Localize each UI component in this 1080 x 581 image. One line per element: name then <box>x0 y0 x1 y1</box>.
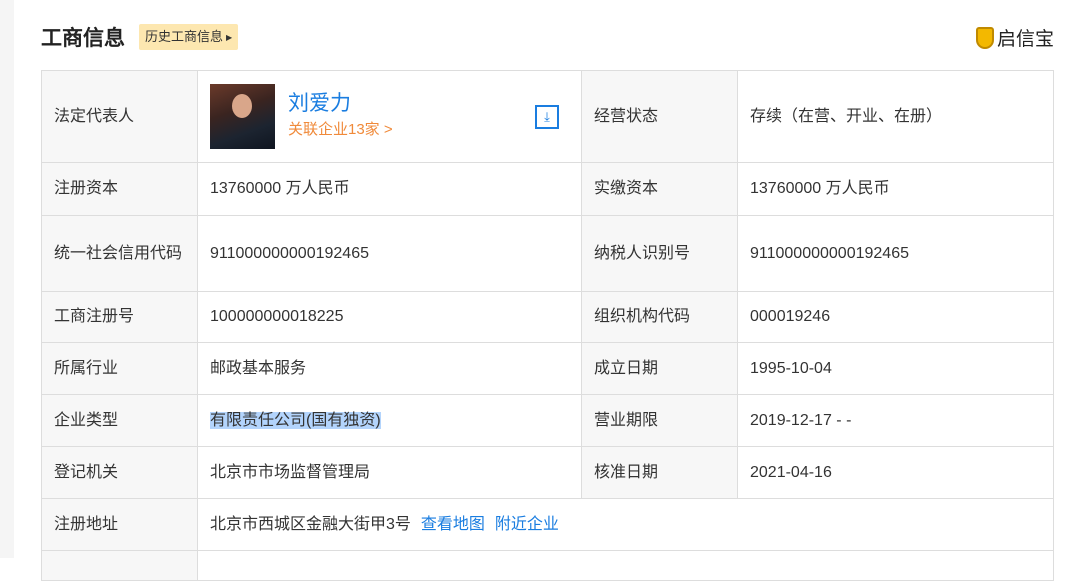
address-cell: 北京市西城区金融大街甲3号 查看地图 附近企业 <box>197 498 1054 551</box>
value: 100000000018225 <box>197 291 582 343</box>
history-label: 历史工商信息 <box>145 29 224 44</box>
caret-right-icon: ▶ <box>226 32 233 42</box>
nearby-companies-link[interactable]: 附近企业 <box>495 516 559 533</box>
label: 所属行业 <box>41 342 198 395</box>
legal-rep-name[interactable]: 刘爱力 <box>288 91 393 117</box>
label: 实缴资本 <box>581 162 738 216</box>
shield-icon <box>975 26 994 49</box>
value: 存续（在营、开业、在册） <box>737 70 1054 163</box>
left-gutter <box>0 0 14 558</box>
value: 北京市市场监督管理局 <box>197 446 582 499</box>
value: 1995-10-04 <box>737 342 1054 395</box>
value: 911000000000192465 <box>197 215 582 292</box>
label: 企业类型 <box>41 394 198 447</box>
selected-text: 有限责任公司(国有独资) <box>210 411 381 429</box>
value: 有限责任公司(国有独资) <box>197 394 582 447</box>
avatar <box>210 84 275 149</box>
value: 000019246 <box>737 291 1054 343</box>
section-title: 工商信息 <box>41 27 125 50</box>
label: 注册资本 <box>41 162 198 216</box>
table-row: 所属行业 邮政基本服务 成立日期 1995-10-04 <box>41 342 1054 395</box>
label: 登记机关 <box>41 446 198 499</box>
download-icon[interactable]: ⤓ <box>535 105 559 129</box>
table-row: 注册资本 13760000 万人民币 实缴资本 13760000 万人民币 <box>41 162 1054 216</box>
label: 法定代表人 <box>41 70 198 163</box>
label: 营业期限 <box>581 394 738 447</box>
value: 911000000000192465 <box>737 215 1054 292</box>
value: 邮政基本服务 <box>197 342 582 395</box>
value: 2019-12-17 - - <box>737 394 1054 447</box>
brand-logo: 启信宝 <box>975 24 1054 51</box>
table-row: 工商注册号 100000000018225 组织机构代码 000019246 <box>41 291 1054 343</box>
table-row: 登记机关 北京市市场监督管理局 核准日期 2021-04-16 <box>41 446 1054 499</box>
value: 13760000 万人民币 <box>197 162 582 216</box>
label: 纳税人识别号 <box>581 215 738 292</box>
label: 统一社会信用代码 <box>41 215 198 292</box>
value: 2021-04-16 <box>737 446 1054 499</box>
related-companies-link[interactable]: 关联企业13家 > <box>288 117 393 143</box>
table-row: 企业类型 有限责任公司(国有独资) 营业期限 2019-12-17 - - <box>41 394 1054 447</box>
table-row: 注册地址 北京市西城区金融大街甲3号 查看地图 附近企业 <box>41 498 1054 551</box>
table-row <box>41 550 1054 581</box>
label: 注册地址 <box>41 498 198 551</box>
label: 组织机构代码 <box>581 291 738 343</box>
value <box>197 550 1054 581</box>
history-button[interactable]: 历史工商信息 ▶ <box>139 24 239 50</box>
label: 经营状态 <box>581 70 738 163</box>
table-row: 统一社会信用代码 911000000000192465 纳税人识别号 91100000… <box>41 215 1054 292</box>
table-row: 法定代表人 刘爱力 关联企业13家 > ⤓ 经营状态 存续（在营、开业、在册） <box>41 70 1054 163</box>
label <box>41 550 198 581</box>
business-info-table: 法定代表人 刘爱力 关联企业13家 > ⤓ 经营状态 存续（在营、开业、在册） 注… <box>41 70 1054 581</box>
label: 成立日期 <box>581 342 738 395</box>
view-map-link[interactable]: 查看地图 <box>421 516 485 533</box>
value: 13760000 万人民币 <box>737 162 1054 216</box>
label: 工商注册号 <box>41 291 198 343</box>
brand-name: 启信宝 <box>996 29 1054 50</box>
address-value: 北京市西城区金融大街甲3号 <box>210 515 411 533</box>
label: 核准日期 <box>581 446 738 499</box>
legal-rep-cell: 刘爱力 关联企业13家 > ⤓ <box>197 70 582 163</box>
